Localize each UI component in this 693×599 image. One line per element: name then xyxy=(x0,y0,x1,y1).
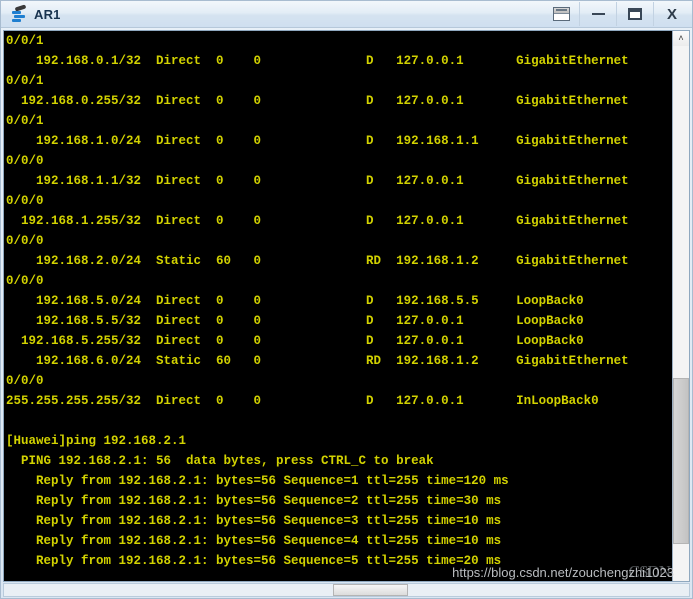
minimize-icon xyxy=(591,13,605,15)
vertical-scroll-track[interactable] xyxy=(673,46,689,581)
chevron-up-icon: ˄ xyxy=(678,33,684,43)
terminal-line: 192.168.5.255/32 Direct 0 0 D 127.0.0.1 … xyxy=(6,334,584,348)
terminal-line: 255.255.255.255/32 Direct 0 0 D 127.0.0.… xyxy=(6,394,599,408)
terminal-line: 192.168.2.0/24 Static 60 0 RD 192.168.1.… xyxy=(6,254,629,268)
console-frame: 0/0/1 192.168.0.1/32 Direct 0 0 D 127.0.… xyxy=(3,30,690,582)
restore-down-button[interactable] xyxy=(543,2,579,26)
terminal-line: Reply from 192.168.2.1: bytes=56 Sequenc… xyxy=(6,494,502,508)
terminal-line: 0/0/0 xyxy=(6,374,44,388)
terminal-line: 192.168.5.5/32 Direct 0 0 D 127.0.0.1 Lo… xyxy=(6,314,584,328)
terminal-line: 0/0/1 xyxy=(6,114,44,128)
titlebar-left-group: AR1 xyxy=(1,4,61,23)
terminal-line: 192.168.1.1/32 Direct 0 0 D 127.0.0.1 Gi… xyxy=(6,174,629,188)
horizontal-scroll-thumb[interactable] xyxy=(332,584,409,596)
window-controls: X xyxy=(543,1,690,27)
terminal-line: 192.168.0.255/32 Direct 0 0 D 127.0.0.1 … xyxy=(6,94,629,108)
terminal-line: 192.168.6.0/24 Static 60 0 RD 192.168.1.… xyxy=(6,354,629,368)
terminal-line: 0/0/0 xyxy=(6,234,44,248)
vertical-scrollbar[interactable]: ˄ xyxy=(672,31,689,581)
router-icon xyxy=(10,4,28,23)
maximize-icon xyxy=(628,8,642,20)
terminal-line: 192.168.1.0/24 Direct 0 0 D 192.168.1.1 … xyxy=(6,134,629,148)
terminal-line: [Huawei]ping 192.168.2.1 xyxy=(6,434,187,448)
close-button[interactable]: X xyxy=(653,2,690,26)
terminal-line: 0/0/1 xyxy=(6,34,44,48)
terminal-line: Reply from 192.168.2.1: bytes=56 Sequenc… xyxy=(6,474,509,488)
terminal-line: 192.168.5.0/24 Direct 0 0 D 192.168.5.5 … xyxy=(6,294,584,308)
cli-window: AR1 X 0/0/1 192.168.0.1/32 Direct 0 0 D … xyxy=(0,0,693,599)
terminal-line: Reply from 192.168.2.1: bytes=56 Sequenc… xyxy=(6,534,502,548)
restore-window-icon xyxy=(552,7,570,21)
horizontal-scrollbar[interactable] xyxy=(3,583,690,597)
terminal-line: 0/0/0 xyxy=(6,274,44,288)
terminal-line: 0/0/0 xyxy=(6,154,44,168)
vertical-scroll-thumb[interactable] xyxy=(673,377,689,544)
maximize-button[interactable] xyxy=(616,2,653,26)
window-title: AR1 xyxy=(34,6,61,22)
window-titlebar: AR1 X xyxy=(1,1,692,28)
terminal-line: 192.168.0.1/32 Direct 0 0 D 127.0.0.1 Gi… xyxy=(6,54,629,68)
minimize-button[interactable] xyxy=(579,2,616,26)
terminal-line: 0/0/1 xyxy=(6,74,44,88)
scroll-up-button[interactable]: ˄ xyxy=(673,31,689,46)
close-icon: X xyxy=(666,5,677,23)
terminal-line: Reply from 192.168.2.1: bytes=56 Sequenc… xyxy=(6,554,502,568)
terminal-line: 0/0/0 xyxy=(6,194,44,208)
terminal-output[interactable]: 0/0/1 192.168.0.1/32 Direct 0 0 D 127.0.… xyxy=(4,31,672,581)
terminal-line: PING 192.168.2.1: 56 data bytes, press C… xyxy=(6,454,434,468)
terminal-line: Reply from 192.168.2.1: bytes=56 Sequenc… xyxy=(6,514,502,528)
window-body: 0/0/1 192.168.0.1/32 Direct 0 0 D 127.0.… xyxy=(1,28,692,582)
terminal-line: 192.168.1.255/32 Direct 0 0 D 127.0.0.1 … xyxy=(6,214,629,228)
